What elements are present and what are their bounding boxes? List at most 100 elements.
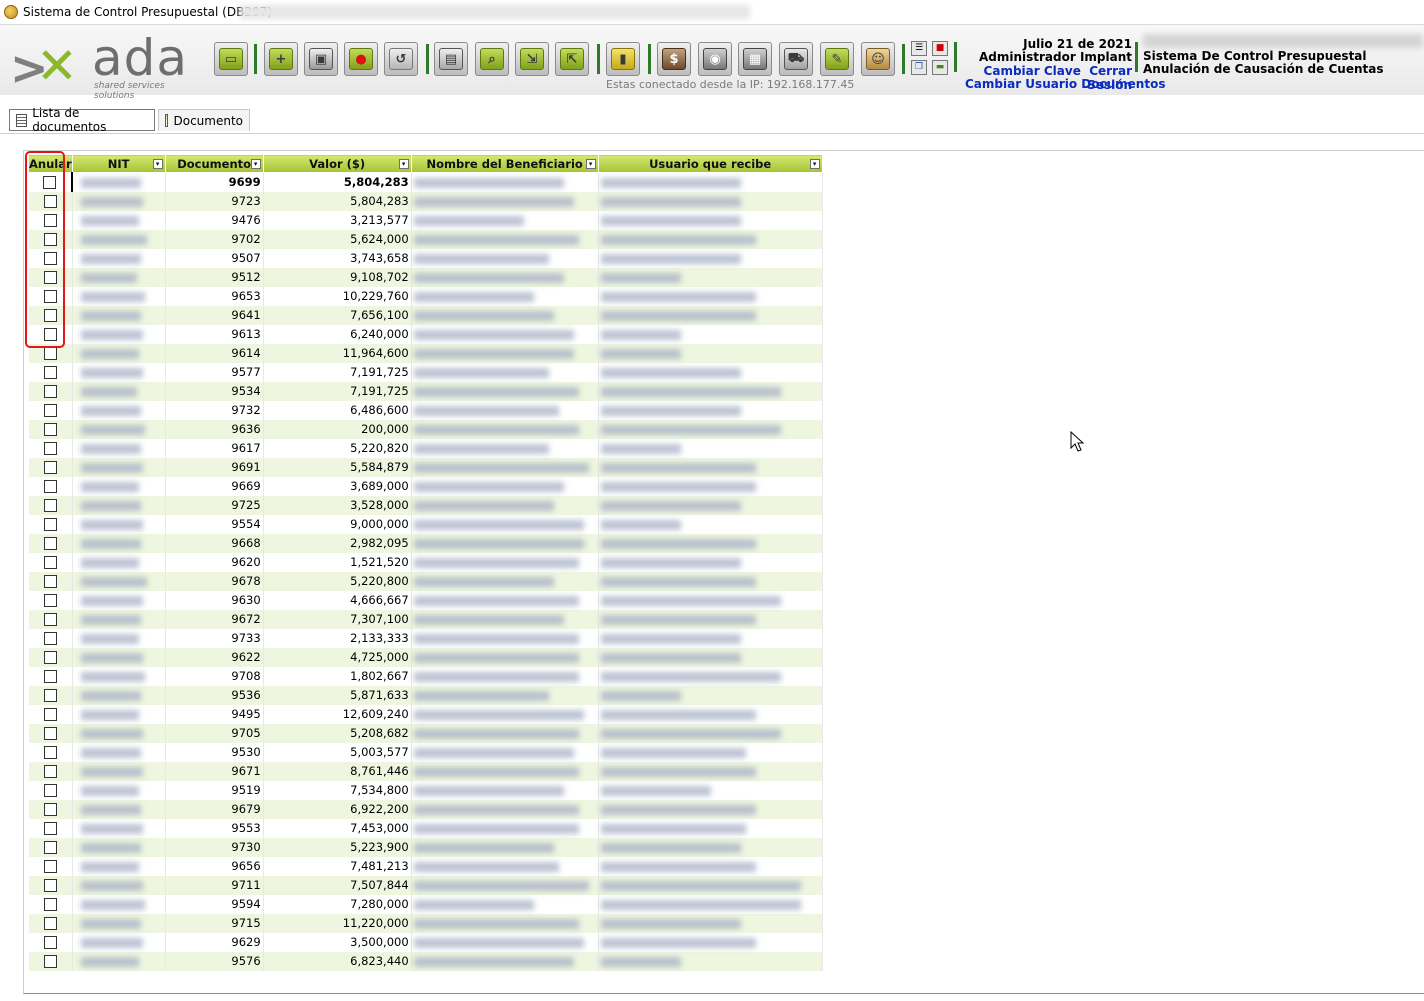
table-row[interactable]: 9519 7,534,800 xyxy=(28,780,823,800)
column-header-beneficiario[interactable]: Nombre del Beneficiario ▾ xyxy=(410,154,599,173)
anular-checkbox[interactable] xyxy=(43,594,57,607)
table-row[interactable]: 9617 5,220,820 xyxy=(28,438,823,458)
table-row[interactable]: 9678 5,220,800 xyxy=(28,571,823,591)
table-row[interactable]: 9715 11,220,000 xyxy=(28,913,823,933)
table-row[interactable]: 9476 3,213,577 xyxy=(28,210,823,230)
anular-checkbox[interactable] xyxy=(43,651,57,664)
anular-checkbox[interactable] xyxy=(43,575,57,588)
filter-dropdown-icon[interactable]: ▾ xyxy=(585,159,596,169)
anular-checkbox[interactable] xyxy=(43,195,57,208)
column-header-anular[interactable]: Anular xyxy=(28,154,73,173)
table-row[interactable]: 9653 10,229,760 xyxy=(28,286,823,306)
anular-checkbox[interactable] xyxy=(43,898,57,911)
anular-checkbox[interactable] xyxy=(43,176,57,190)
table-row[interactable]: 9554 9,000,000 xyxy=(28,514,823,534)
anular-checkbox[interactable] xyxy=(43,746,57,759)
anular-checkbox[interactable] xyxy=(43,423,57,436)
image-mini-button[interactable]: ▬ xyxy=(932,60,948,75)
anular-checkbox[interactable] xyxy=(43,214,57,227)
anular-checkbox[interactable] xyxy=(43,404,57,417)
table-row[interactable]: 9708 1,802,667 xyxy=(28,666,823,686)
table-row[interactable]: 9702 5,624,000 xyxy=(28,229,823,249)
column-header-valor[interactable]: Valor ($) ▾ xyxy=(262,154,412,173)
table-row[interactable]: 9723 5,804,283 xyxy=(28,191,823,211)
users-button[interactable]: ☺ xyxy=(861,42,895,76)
anular-checkbox[interactable] xyxy=(43,366,57,379)
anular-checkbox[interactable] xyxy=(43,936,57,949)
lock-button[interactable]: ▮ xyxy=(606,42,640,76)
table-row[interactable]: 9577 7,191,725 xyxy=(28,362,823,382)
cart-button[interactable]: ⛟ xyxy=(779,42,813,76)
table-row[interactable]: 9733 2,133,333 xyxy=(28,628,823,648)
anular-checkbox[interactable] xyxy=(43,670,57,683)
table-row[interactable]: 9691 5,584,879 xyxy=(28,457,823,477)
anular-checkbox[interactable] xyxy=(43,518,57,531)
anular-checkbox[interactable] xyxy=(43,955,57,968)
anular-checkbox[interactable] xyxy=(43,309,57,322)
change-password-link[interactable]: Cambiar Clave xyxy=(984,64,1081,78)
table-row[interactable]: 9725 3,528,000 xyxy=(28,495,823,515)
filter-dropdown-icon[interactable]: ▾ xyxy=(809,159,820,169)
table-row[interactable]: 9656 7,481,213 xyxy=(28,856,823,876)
layout-button[interactable]: ▦ xyxy=(738,42,772,76)
table-row[interactable]: 9679 6,922,200 xyxy=(28,799,823,819)
export-button[interactable]: ⇲ xyxy=(515,42,549,76)
delete-button[interactable]: ● xyxy=(344,42,378,76)
table-row[interactable]: 9732 6,486,600 xyxy=(28,400,823,420)
table-row[interactable]: 9672 7,307,100 xyxy=(28,609,823,629)
anular-checkbox[interactable] xyxy=(43,347,57,360)
anular-checkbox[interactable] xyxy=(43,708,57,721)
tab-document[interactable]: Documento xyxy=(158,109,250,131)
anular-checkbox[interactable] xyxy=(43,252,57,265)
table-row[interactable]: 9622 4,725,000 xyxy=(28,647,823,667)
column-header-nit[interactable]: NIT ▾ xyxy=(71,154,166,173)
anular-checkbox[interactable] xyxy=(43,461,57,474)
table-row[interactable]: 9594 7,280,000 xyxy=(28,894,823,914)
table-row[interactable]: 9630 4,666,667 xyxy=(28,590,823,610)
camera-button[interactable]: ◉ xyxy=(698,42,732,76)
anular-checkbox[interactable] xyxy=(43,765,57,778)
change-user-documents-link[interactable]: Cambiar Usuario Documentos xyxy=(965,77,1165,91)
anular-checkbox[interactable] xyxy=(43,917,57,930)
filter-dropdown-icon[interactable]: ▾ xyxy=(398,159,409,169)
import-button[interactable]: ⇱ xyxy=(555,42,589,76)
anular-checkbox[interactable] xyxy=(43,537,57,550)
table-row[interactable]: 9536 5,871,633 xyxy=(28,685,823,705)
table-row[interactable]: 9699 5,804,283 xyxy=(28,172,823,192)
anular-checkbox[interactable] xyxy=(43,822,57,835)
new-document-button[interactable]: + xyxy=(264,42,298,76)
table-row[interactable]: 9668 2,982,095 xyxy=(28,533,823,553)
notes-button[interactable]: ✎ xyxy=(820,42,854,76)
anular-checkbox[interactable] xyxy=(43,803,57,816)
anular-checkbox[interactable] xyxy=(43,727,57,740)
table-row[interactable]: 9669 3,689,000 xyxy=(28,476,823,496)
table-row[interactable]: 9629 3,500,000 xyxy=(28,932,823,952)
flag-mini-button[interactable]: ■ xyxy=(932,41,948,56)
anular-checkbox[interactable] xyxy=(43,556,57,569)
copy-mini-button[interactable]: ❐ xyxy=(911,60,927,75)
anular-checkbox[interactable] xyxy=(43,860,57,873)
anular-checkbox[interactable] xyxy=(43,442,57,455)
anular-checkbox[interactable] xyxy=(43,784,57,797)
table-row[interactable]: 9507 3,743,658 xyxy=(28,248,823,268)
table-row[interactable]: 9495 12,609,240 xyxy=(28,704,823,724)
folder-open-button[interactable]: ▭ xyxy=(214,42,248,76)
table-row[interactable]: 9534 7,191,725 xyxy=(28,381,823,401)
table-row[interactable]: 9730 5,223,900 xyxy=(28,837,823,857)
anular-checkbox[interactable] xyxy=(43,385,57,398)
anular-checkbox[interactable] xyxy=(43,879,57,892)
undo-button[interactable]: ↺ xyxy=(384,42,418,76)
table-row[interactable]: 9576 6,823,440 xyxy=(28,951,823,971)
anular-checkbox[interactable] xyxy=(43,613,57,626)
anular-checkbox[interactable] xyxy=(43,328,57,341)
sort-filter-icon[interactable]: ▾ xyxy=(152,159,163,169)
table-row[interactable]: 9512 9,108,702 xyxy=(28,267,823,287)
anular-checkbox[interactable] xyxy=(43,271,57,284)
table-row[interactable]: 9553 7,453,000 xyxy=(28,818,823,838)
search-button[interactable]: ⌕ xyxy=(475,42,509,76)
list-view-mini-button[interactable]: ☰ xyxy=(911,41,927,56)
tab-document-list[interactable]: Lista de documentos xyxy=(9,106,155,134)
column-header-documento[interactable]: Documento ▾ xyxy=(164,154,264,173)
anular-checkbox[interactable] xyxy=(43,689,57,702)
anular-checkbox[interactable] xyxy=(43,480,57,493)
